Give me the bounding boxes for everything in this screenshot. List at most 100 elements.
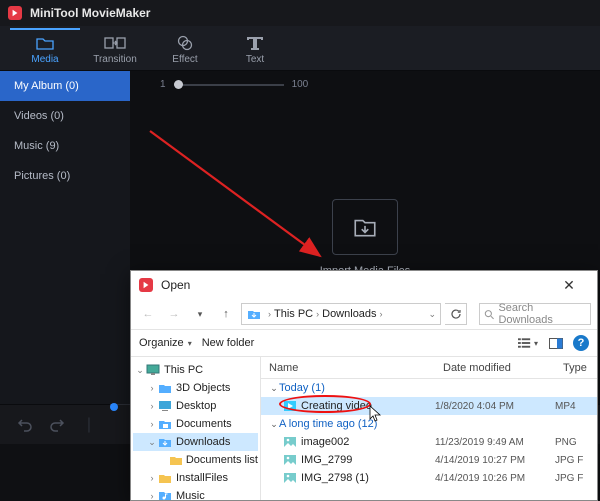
tab-text[interactable]: Text: [220, 28, 290, 69]
column-type[interactable]: Type: [555, 362, 597, 374]
tree-caret-icon[interactable]: ›: [147, 491, 157, 500]
tab-effect[interactable]: Effect: [150, 28, 220, 69]
downloads-icon: [246, 307, 262, 321]
nav-up-button[interactable]: ↑: [215, 303, 237, 325]
file-group-header[interactable]: ⌄ Today (1): [261, 379, 597, 397]
zoom-max: 100: [292, 79, 309, 90]
column-date[interactable]: Date modified: [435, 362, 555, 374]
pc-icon: [145, 363, 161, 377]
file-name: image002: [301, 436, 349, 448]
zoom-min: 1: [160, 79, 166, 90]
tree-item[interactable]: ›3D Objects: [133, 379, 258, 397]
chevron-right-icon: ›: [380, 309, 383, 319]
file-date: 11/23/2019 9:49 AM: [435, 437, 555, 448]
file-row[interactable]: Creating video 1/8/2020 4:04 PMMP4: [261, 397, 597, 415]
file-list-header[interactable]: Name Date modified Type: [261, 357, 597, 379]
sidebar-item[interactable]: Videos (0): [0, 101, 130, 131]
downloads-icon: [157, 435, 173, 449]
breadcrumb-item[interactable]: Downloads: [322, 308, 376, 320]
dialog-toolbar: Organize ▾ New folder ▾ ?: [131, 329, 597, 357]
transition-icon: [104, 34, 126, 52]
tab-media[interactable]: Media: [10, 28, 80, 69]
tree-caret-icon[interactable]: ›: [147, 383, 157, 393]
dialog-nav: ← → ▾ ↑ › This PC › Downloads › ⌄ Search…: [131, 299, 597, 329]
preview-pane-button[interactable]: [545, 333, 567, 353]
refresh-button[interactable]: [445, 303, 467, 325]
import-media-button[interactable]: [332, 199, 398, 255]
undo-button[interactable]: [14, 414, 36, 436]
playhead[interactable]: [110, 403, 118, 411]
tree-item[interactable]: ›InstallFiles: [133, 469, 258, 487]
file-row[interactable]: image00211/23/2019 9:49 AMPNG: [261, 433, 597, 451]
tree-item[interactable]: ›Documents: [133, 415, 258, 433]
folder-yellow-icon: [157, 471, 173, 485]
tree-label: Documents list: [186, 454, 258, 466]
file-name: IMG_2799: [301, 454, 352, 466]
sidebar-item[interactable]: Pictures (0): [0, 161, 130, 191]
app-title: MiniTool MovieMaker: [30, 6, 150, 20]
nav-back-button[interactable]: ←: [137, 303, 159, 325]
tree-caret-icon[interactable]: ⌄: [147, 437, 157, 448]
sidebar-item[interactable]: My Album (0): [0, 71, 130, 101]
close-button[interactable]: ✕: [549, 274, 589, 296]
help-button[interactable]: ?: [573, 335, 589, 351]
tree-caret-icon[interactable]: ⌄: [135, 365, 145, 376]
tree-caret-icon[interactable]: ›: [147, 473, 157, 483]
tree-item[interactable]: Documents list: [133, 451, 258, 469]
file-type: JPG F: [555, 473, 597, 484]
chevron-down-icon: ⌄: [269, 383, 279, 394]
dialog-body: ⌄This PC›3D Objects›Desktop›Documents⌄Do…: [131, 357, 597, 500]
file-type-icon: [283, 436, 297, 448]
organize-button[interactable]: Organize ▾: [139, 337, 192, 349]
tab-label: Media: [31, 54, 58, 65]
file-name: Creating video: [301, 400, 372, 412]
file-type-icon: [283, 472, 297, 484]
file-name: IMG_2798 (1): [301, 472, 369, 484]
tab-label: Effect: [172, 54, 197, 65]
file-row[interactable]: IMG_2798 (1)4/14/2019 10:26 PMJPG F: [261, 469, 597, 487]
folder-icon: [36, 34, 54, 52]
file-list[interactable]: Name Date modified Type ⌄ Today (1)Creat…: [261, 357, 597, 500]
file-type-icon: [283, 454, 297, 466]
redo-button[interactable]: [46, 414, 68, 436]
file-row[interactable]: IMG_27994/14/2019 10:27 PMJPG F: [261, 451, 597, 469]
divider-icon: |: [78, 414, 100, 436]
chevron-down-icon: ▾: [534, 339, 538, 348]
file-type: MP4: [555, 401, 597, 412]
zoom-slider[interactable]: 1 100: [160, 79, 308, 90]
tree-item[interactable]: ⌄This PC: [133, 361, 258, 379]
file-date: 1/8/2020 4:04 PM: [435, 401, 555, 412]
nav-recent-button[interactable]: ▾: [189, 303, 211, 325]
chevron-right-icon: ›: [268, 309, 271, 319]
sidebar-item[interactable]: Music (9): [0, 131, 130, 161]
slider-track[interactable]: [174, 84, 284, 86]
file-group-header[interactable]: ⌄ A long time ago (12): [261, 415, 597, 433]
dialog-title: Open: [161, 278, 190, 292]
breadcrumb[interactable]: › This PC › Downloads › ⌄: [241, 303, 441, 325]
library-sidebar: My Album (0)Videos (0)Music (9)Pictures …: [0, 71, 130, 404]
annotation-arrow: [140, 101, 330, 291]
file-type-icon: [283, 400, 297, 412]
new-folder-button[interactable]: New folder: [202, 337, 255, 349]
folder-blue-icon: [157, 381, 173, 395]
tab-transition[interactable]: Transition: [80, 28, 150, 69]
breadcrumb-item[interactable]: This PC: [274, 308, 313, 320]
tree-label: Music: [176, 490, 205, 500]
nav-forward-button[interactable]: →: [163, 303, 185, 325]
column-name[interactable]: Name: [261, 362, 435, 374]
slider-knob[interactable]: [174, 80, 183, 89]
file-date: 4/14/2019 10:27 PM: [435, 455, 555, 466]
tab-label: Transition: [93, 54, 137, 65]
chevron-down-icon[interactable]: ⌄: [428, 309, 436, 320]
folder-tree[interactable]: ⌄This PC›3D Objects›Desktop›Documents⌄Do…: [131, 357, 261, 500]
tree-caret-icon[interactable]: ›: [147, 401, 157, 411]
view-options-button[interactable]: ▾: [517, 333, 539, 353]
tree-item[interactable]: ›Desktop: [133, 397, 258, 415]
effect-icon: [177, 34, 193, 52]
tab-label: Text: [246, 54, 264, 65]
tree-item[interactable]: ⌄Downloads: [133, 433, 258, 451]
desktop-icon: [157, 399, 173, 413]
tree-item[interactable]: › Music: [133, 487, 258, 500]
search-input[interactable]: Search Downloads: [479, 303, 591, 325]
tree-caret-icon[interactable]: ›: [147, 419, 157, 429]
